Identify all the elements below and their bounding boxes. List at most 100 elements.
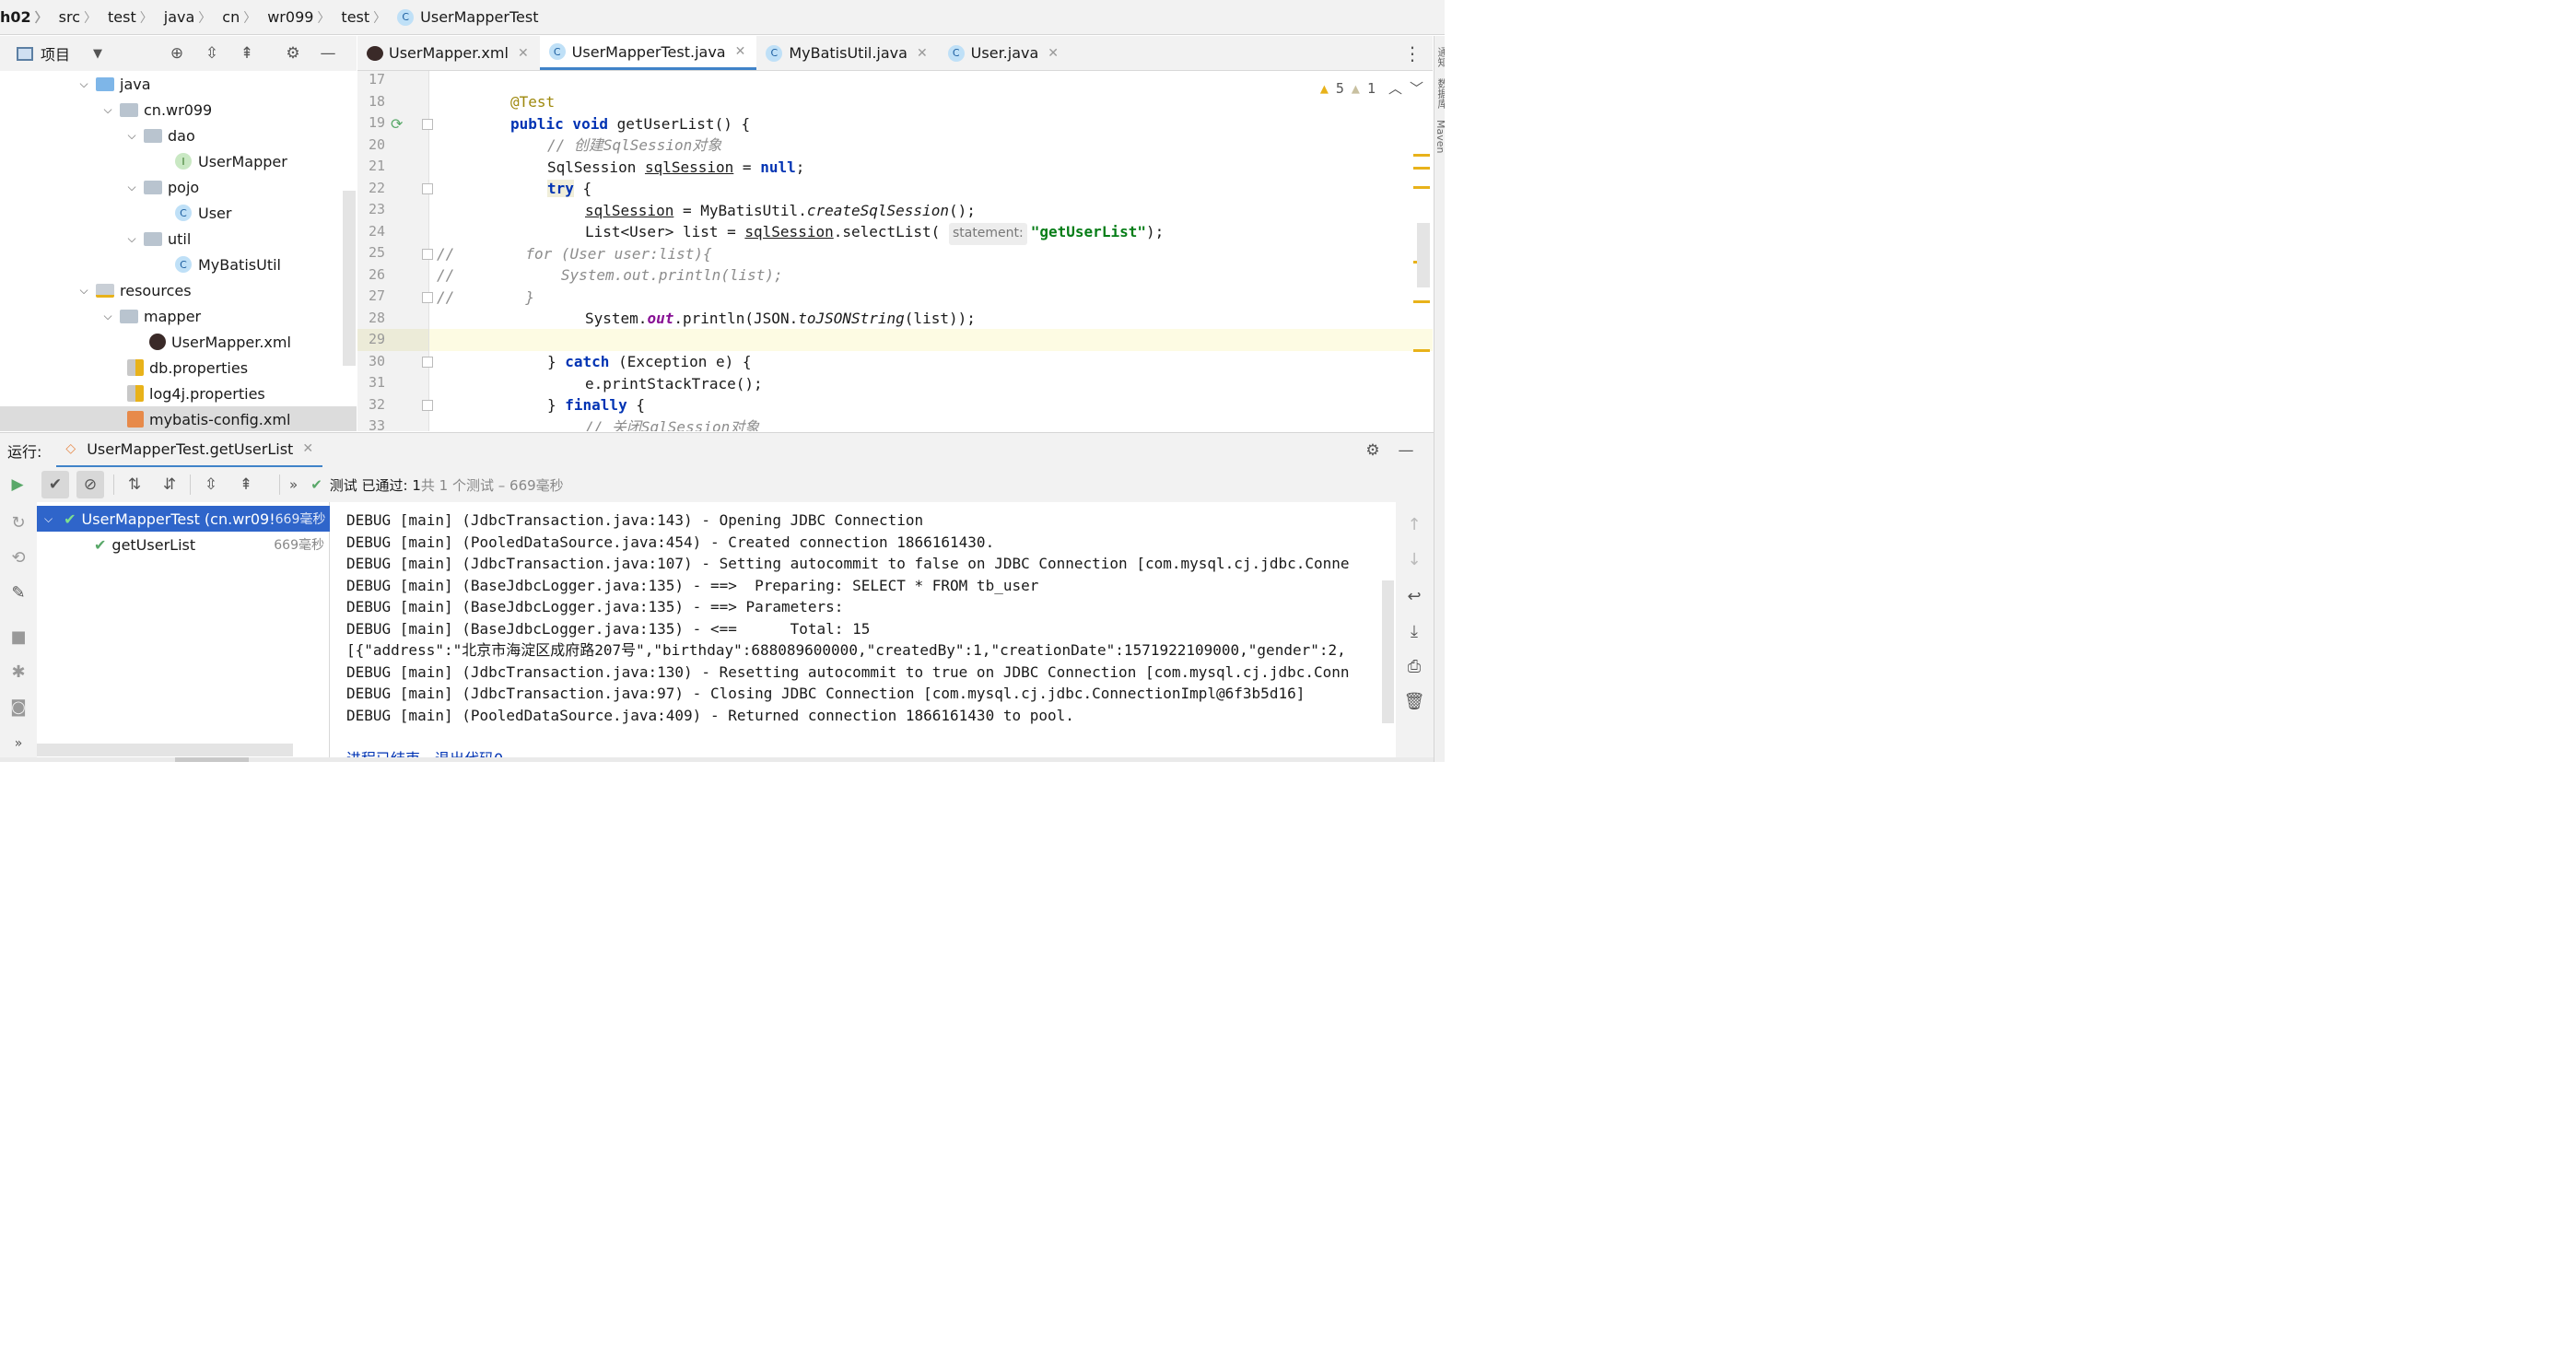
tab-mybatisutil-java[interactable]: C MyBatisUtil.java ✕ (756, 36, 938, 70)
gear-debug-icon[interactable]: ✱ (7, 661, 29, 683)
breadcrumb-java[interactable]: java 〉 (155, 8, 214, 27)
breadcrumb-cn[interactable]: cn 〉 (213, 8, 258, 27)
fold-marker-icon[interactable] (422, 119, 433, 130)
fold-marker-icon[interactable] (422, 400, 433, 411)
project-panel-title[interactable]: 项目 (41, 42, 70, 64)
tree-item-usermapper-xml[interactable]: UserMapper.xml (149, 329, 291, 355)
gear-icon[interactable]: ⚙ (1362, 439, 1384, 462)
chevron-down-icon[interactable]: ⌵ (125, 129, 138, 143)
more-icon[interactable]: » (289, 476, 298, 493)
tree-item-util[interactable]: ⌵ util (125, 226, 191, 252)
chevron-down-icon[interactable]: ⌵ (77, 77, 90, 91)
console-output[interactable]: DEBUG [main] (JdbcTransaction.java:143) … (330, 502, 1396, 762)
tree-item-pojo[interactable]: ⌵ pojo (125, 174, 199, 200)
locate-icon[interactable]: ⊕ (166, 42, 188, 64)
soft-wrap-icon[interactable]: ↩ (1403, 585, 1425, 607)
tree-item-mybatis-config[interactable]: mybatis-config.xml (0, 406, 357, 431)
run-test-gutter-icon[interactable]: ⟳ (391, 115, 403, 133)
chevron-down-icon[interactable]: ⌵ (44, 512, 53, 526)
chevron-down-icon[interactable]: ⌵ (125, 232, 138, 246)
bottom-scroll-thumb[interactable] (175, 757, 249, 762)
breadcrumb-project[interactable]: h02 〉 (0, 8, 50, 27)
scroll-to-end-icon[interactable]: ⤓ (1403, 620, 1425, 642)
camera-icon[interactable]: ◙ (7, 696, 29, 718)
tree-item-user[interactable]: C User (175, 200, 231, 226)
chevron-down-icon[interactable]: ▼ (87, 42, 109, 64)
test-case-row[interactable]: ✔ getUserList 669毫秒 (37, 532, 330, 557)
more-icon[interactable]: » (7, 732, 29, 755)
tool-window-notifications[interactable]: 通知 (1434, 47, 1445, 67)
chevron-down-icon[interactable]: ⌵ (125, 181, 138, 194)
breadcrumb-src[interactable]: src 〉 (50, 8, 99, 27)
collapse-all-icon[interactable]: ⇞ (235, 474, 257, 496)
tree-item-dao[interactable]: ⌵ dao (125, 123, 194, 148)
rerun-icon[interactable]: ▶ (6, 474, 29, 496)
tree-item-usermapper[interactable]: I UserMapper (175, 148, 287, 174)
warning-stripe[interactable] (1413, 349, 1430, 352)
expand-all-icon[interactable]: ⇳ (200, 474, 222, 496)
breadcrumb-wr099[interactable]: wr099 〉 (258, 8, 332, 27)
warning-stripe[interactable] (1413, 154, 1430, 157)
chevron-up-icon[interactable]: ︿ (1388, 78, 1402, 98)
chevron-down-icon[interactable]: ﹀ (1410, 78, 1423, 98)
show-passed-icon[interactable]: ✔ (41, 471, 69, 498)
warning-stripe[interactable] (1413, 167, 1430, 170)
tree-item-java[interactable]: ⌵ java (77, 71, 150, 97)
show-ignored-icon[interactable]: ⊘ (76, 471, 104, 498)
arrow-down-icon[interactable]: ↓ (1403, 548, 1425, 570)
toggle-autotest-icon[interactable]: ⟲ (7, 546, 29, 568)
sort-duration-icon[interactable]: ⇵ (158, 474, 181, 496)
close-icon[interactable]: ✕ (735, 44, 746, 59)
stop-icon[interactable]: ■ (7, 626, 29, 648)
close-icon[interactable]: ✕ (518, 46, 529, 61)
tree-item-mapper[interactable]: ⌵ mapper (101, 303, 201, 329)
warning-stripe[interactable] (1413, 300, 1430, 303)
minimize-icon[interactable]: — (1395, 439, 1417, 462)
warning-stripe[interactable] (1413, 186, 1430, 189)
console-scrollbar[interactable] (1382, 580, 1394, 723)
tree-item-db-properties[interactable]: db.properties (127, 355, 248, 381)
collapse-all-icon[interactable]: ⇞ (236, 42, 258, 64)
tool-window-maven[interactable]: Maven (1434, 120, 1445, 153)
arrow-up-icon[interactable]: ↑ (1403, 513, 1425, 535)
wrench-icon[interactable]: ✎ (7, 581, 29, 603)
chevron-down-icon[interactable]: ⌵ (101, 310, 114, 323)
tree-item-log4j-properties[interactable]: log4j.properties (127, 381, 265, 406)
chevron-down-icon[interactable]: ⌵ (101, 103, 114, 117)
fold-marker-icon[interactable] (422, 249, 433, 260)
run-config-tab[interactable]: ◇ UserMapperTest.getUserList ✕ (56, 433, 323, 468)
code-editor[interactable]: 17 18 19 20 21 22 23 24 25 26 27 28 29 3… (357, 71, 1433, 431)
breadcrumb-class[interactable]: C UserMapperTest (388, 8, 540, 26)
expand-all-icon[interactable]: ⇳ (201, 42, 223, 64)
fold-marker-icon[interactable] (422, 292, 433, 303)
gear-icon[interactable]: ⚙ (282, 42, 304, 64)
inspection-widget[interactable]: ▲ 5 ▲ 1 ︿ ﹀ (1320, 78, 1423, 98)
test-run-icon: ◇ (65, 441, 76, 456)
trash-icon[interactable]: 🗑 (1403, 690, 1425, 712)
tree-item-cn-wr099[interactable]: ⌵ cn.wr099 (101, 97, 212, 123)
minimize-icon[interactable]: — (317, 42, 339, 64)
close-icon[interactable]: ✕ (302, 441, 313, 456)
fold-marker-icon[interactable] (422, 357, 433, 368)
console-line: DEBUG [main] (BaseJdbcLogger.java:135) -… (346, 598, 853, 615)
chevron-down-icon[interactable]: ⌵ (77, 284, 90, 298)
test-tree-scrollbar[interactable] (37, 744, 293, 756)
tab-usermappertest-java[interactable]: C UserMapperTest.java ✕ (539, 36, 757, 70)
breadcrumb-test-pkg[interactable]: test 〉 (332, 8, 388, 27)
tab-usermapper-xml[interactable]: UserMapper.xml ✕ (357, 36, 540, 70)
fold-marker-icon[interactable] (422, 183, 433, 194)
editor-scrollbar[interactable] (1417, 223, 1430, 287)
rerun-failed-icon[interactable]: ↻ (7, 511, 29, 533)
close-icon[interactable]: ✕ (917, 46, 928, 61)
breadcrumb-test[interactable]: test 〉 (99, 8, 155, 27)
more-tabs-icon[interactable]: ⋮ (1403, 36, 1433, 70)
sort-alpha-icon[interactable]: ⇅ (123, 474, 146, 496)
test-suite-row[interactable]: ⌵ ✔ UserMapperTest (cn.wr09! 669毫秒 (37, 506, 330, 532)
close-icon[interactable]: ✕ (1048, 46, 1059, 61)
tree-scrollbar[interactable] (343, 191, 356, 366)
tree-item-mybatisutil[interactable]: C MyBatisUtil (175, 252, 281, 277)
tab-user-java[interactable]: C User.java ✕ (939, 36, 1070, 70)
tool-window-database[interactable]: 数据库 (1434, 78, 1445, 109)
print-icon[interactable]: ⎙ (1403, 655, 1425, 677)
tree-item-resources[interactable]: ⌵ resources (77, 277, 191, 303)
